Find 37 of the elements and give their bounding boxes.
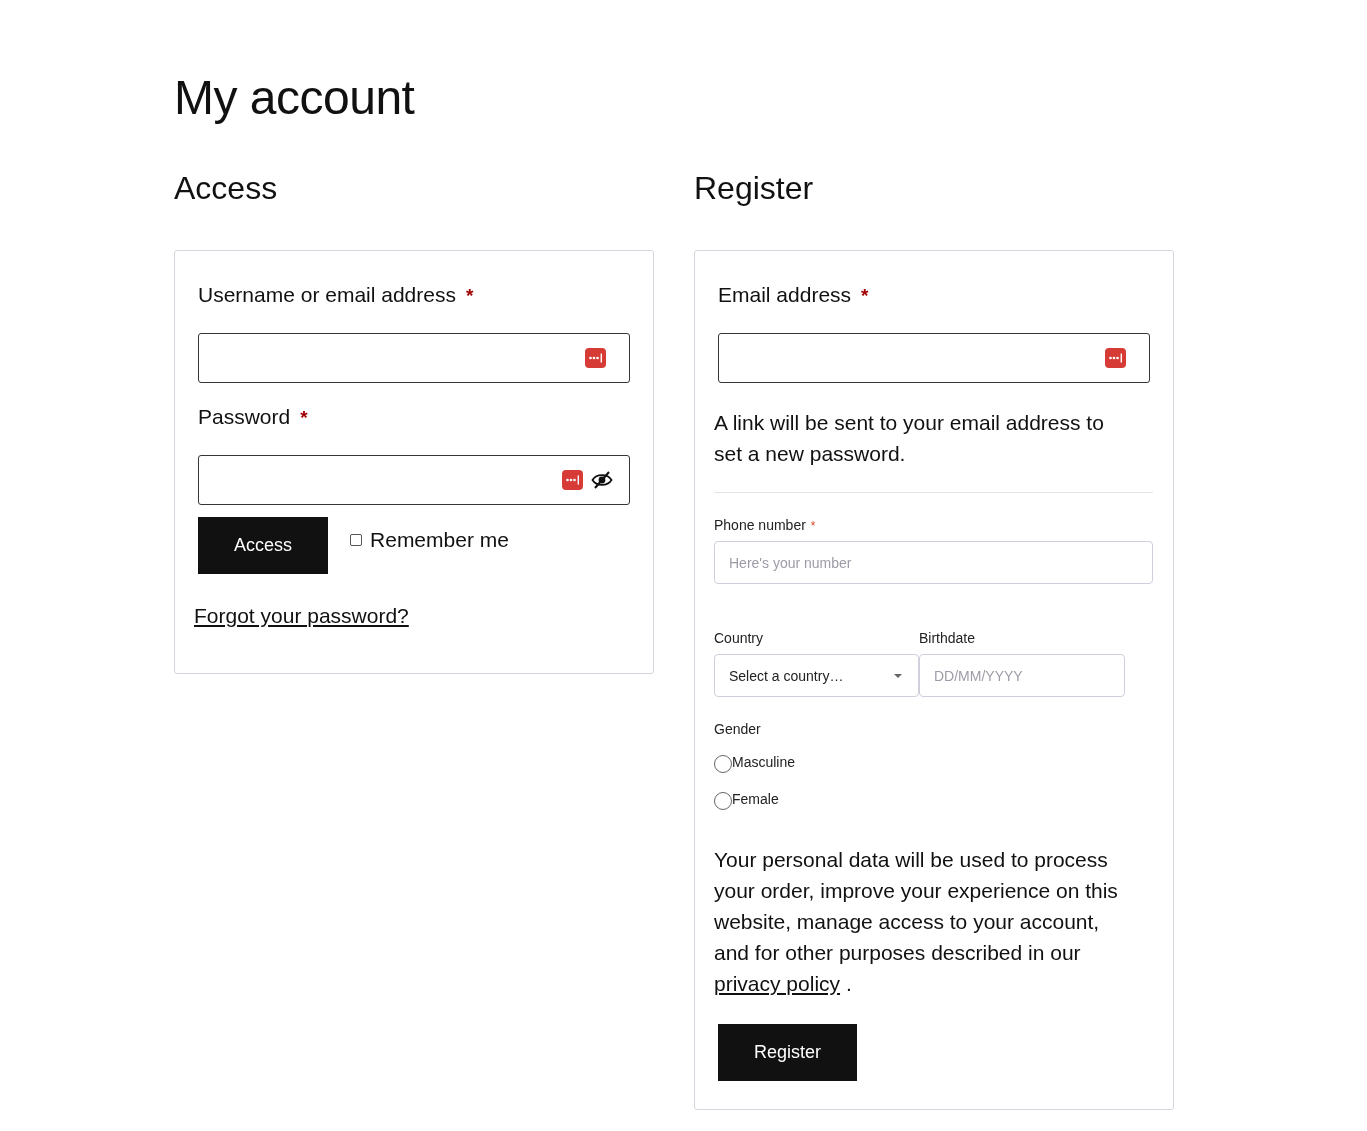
required-asterisk: * [465, 284, 474, 308]
required-asterisk: * [861, 284, 869, 308]
field-label: Birthdate [919, 629, 976, 648]
input-field[interactable] [198, 333, 630, 383]
radio-label[interactable]: Masculine [732, 754, 796, 770]
checkbox[interactable] [350, 534, 363, 546]
radio-button[interactable] [714, 754, 732, 773]
field-label: Country [714, 629, 764, 648]
radio-button[interactable] [714, 791, 732, 810]
field-label: Username or email address [198, 282, 456, 308]
section-heading: Access [174, 169, 278, 208]
field-label: Phone number [714, 516, 806, 535]
input-field[interactable] [718, 333, 1150, 383]
checkbox-label[interactable]: Remember me [370, 525, 509, 555]
required-asterisk: * [300, 406, 308, 430]
date-input[interactable]: DD/MM/YYYY [919, 654, 1125, 697]
required-asterisk: * [810, 518, 816, 535]
password-field[interactable] [198, 455, 630, 505]
field-label: Password [198, 404, 291, 430]
register-button[interactable]: Register [718, 1024, 858, 1081]
privacy-policy-link[interactable]: privacy policy [714, 972, 841, 995]
privacy-notice: Your personal data will be used to process your order, improve your experience on this website, manage access to your account, and for other purposes described in our privacy policy . [714, 847, 1119, 997]
radio-label[interactable]: Female [732, 791, 779, 807]
info-text: A link will be sent to your email address to set a new password. [714, 410, 1105, 467]
password-dots-icon [562, 470, 583, 490]
country-select[interactable]: Select a country… [714, 654, 919, 697]
field-label: Gender [714, 720, 761, 739]
page-title: My account [174, 70, 415, 126]
field-label: Email address [718, 282, 852, 308]
forgot-password-link[interactable]: Forgot your password? [194, 601, 409, 631]
section-heading: Register [694, 169, 814, 208]
eye-slash-icon[interactable] [591, 471, 613, 489]
access-button[interactable]: Access [198, 517, 329, 574]
phone-input[interactable]: Here's your number [714, 541, 1153, 584]
caret-icon [894, 673, 902, 678]
password-dots-icon [1105, 348, 1126, 368]
password-dots-icon [585, 348, 606, 368]
